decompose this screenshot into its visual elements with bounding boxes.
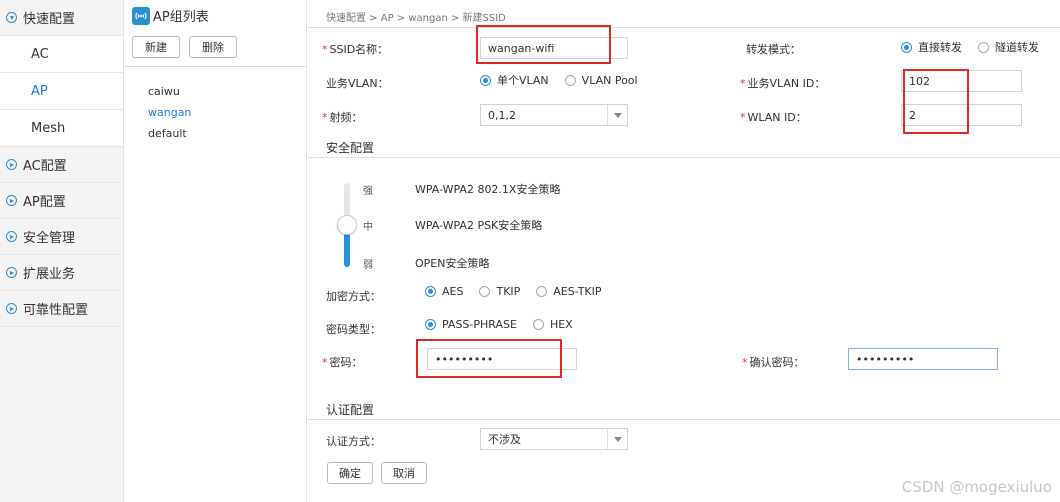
radio-off-icon [536, 286, 548, 297]
ap-group-panel: AP组列表 新建 删除 caiwu wangan default [124, 0, 307, 502]
nav-label: 安全管理 [23, 231, 76, 246]
radio-off-icon [564, 74, 576, 86]
ssid-label: SSID名称： [322, 41, 389, 57]
chevron-right-icon [6, 231, 17, 242]
encrypt-label: 加密方式： [326, 290, 381, 303]
auth-section-title: 认证配置 [326, 403, 375, 417]
vlan-id-label: 业务VLAN ID： [740, 75, 826, 91]
nav-label: AC配置 [23, 159, 67, 174]
level-strong: 强 [363, 186, 373, 197]
encrypt-tkip-radio[interactable]: TKIP [479, 285, 520, 298]
nav-ac-config[interactable]: AC配置 [0, 147, 123, 183]
forward-direct-radio[interactable]: 直接转发 [901, 39, 962, 55]
radio-off-icon [978, 41, 989, 53]
delete-group-button[interactable]: 删除 [189, 36, 237, 58]
nav-sub-ap[interactable]: AP [0, 73, 123, 110]
chevron-right-icon [6, 159, 17, 170]
nav-label: 扩展业务 [23, 267, 76, 282]
highlight-box [903, 69, 969, 134]
group-item-wangan[interactable]: wangan [148, 104, 191, 125]
vlan-radios: 单个VLAN VLAN Pool [480, 72, 654, 88]
policy-strong[interactable]: WPA-WPA2 802.1X安全策略 [415, 181, 560, 197]
radio-on-icon [425, 286, 436, 297]
auth-method-label: 认证方式： [326, 435, 381, 448]
select-value: 不涉及 [488, 433, 521, 446]
chevron-down-icon [607, 429, 627, 449]
group-item-default[interactable]: default [148, 125, 191, 146]
main-content: 快速配置 > AP > wangan > 新建SSID SSID名称： wang… [308, 0, 1060, 502]
keytype-hex-radio[interactable]: HEX [532, 318, 573, 331]
group-item-caiwu[interactable]: caiwu [148, 83, 191, 104]
slider-handle[interactable] [337, 215, 357, 235]
level-weak: 弱 [363, 260, 373, 271]
forward-mode-radios: 直接转发 隧道转发 [901, 39, 1055, 55]
policy-weak[interactable]: OPEN安全策略 [415, 255, 489, 271]
radio-freq-label: 射频： [322, 109, 363, 125]
encrypt-aes-tkip-radio[interactable]: AES-TKIP [536, 285, 602, 298]
confirm-password-input[interactable]: ••••••••• [848, 348, 998, 370]
highlight-box [416, 339, 562, 378]
keytype-passphrase-radio[interactable]: PASS-PHRASE [425, 318, 517, 331]
forward-tunnel-radio[interactable]: 隧道转发 [978, 39, 1039, 55]
nav-label: AP配置 [23, 195, 66, 210]
encrypt-radios: AES TKIP AES-TKIP [425, 285, 618, 298]
nav-sub-mesh[interactable]: Mesh [0, 110, 123, 147]
nav-security[interactable]: 安全管理 [0, 219, 123, 255]
nav-label: Mesh [31, 120, 66, 136]
chevron-right-icon [6, 267, 17, 278]
radio-freq-select[interactable]: 0,1,2 [480, 104, 628, 126]
chevron-down-icon [607, 105, 627, 125]
level-mid: 中 [363, 222, 373, 233]
radio-on-icon [425, 319, 436, 330]
keytype-label: 密码类型： [326, 323, 381, 336]
wifi-icon [132, 6, 150, 25]
encrypt-aes-radio[interactable]: AES [425, 285, 463, 298]
vlan-pool-radio[interactable]: VLAN Pool [564, 74, 638, 87]
highlight-box [476, 25, 611, 64]
forward-mode-label: 转发模式： [746, 43, 801, 56]
security-section-title: 安全配置 [326, 141, 375, 155]
radio-off-icon [532, 319, 544, 330]
chevron-right-icon [6, 195, 17, 206]
vlan-single-radio[interactable]: 单个VLAN [480, 72, 549, 88]
select-value: 0,1,2 [488, 108, 516, 122]
nav-sub-ac[interactable]: AC [0, 36, 123, 73]
watermark: CSDN @mogexiuluo [901, 478, 1052, 496]
policy-mid[interactable]: WPA-WPA2 PSK安全策略 [415, 217, 542, 233]
breadcrumb: 快速配置 > AP > wangan > 新建SSID [326, 13, 506, 24]
group-panel-title-text: AP组列表 [153, 10, 209, 25]
divider [308, 419, 1060, 420]
cancel-button[interactable]: 取消 [381, 462, 427, 484]
radio-on-icon [480, 74, 491, 86]
new-group-button[interactable]: 新建 [132, 36, 180, 58]
nav-reliability[interactable]: 可靠性配置 [0, 291, 123, 327]
password-label: 密码： [322, 354, 363, 370]
wlan-id-label: WLAN ID： [740, 109, 807, 125]
radio-off-icon [479, 286, 491, 297]
nav-label: 快速配置 [23, 12, 76, 27]
ok-button[interactable]: 确定 [327, 462, 373, 484]
divider [308, 27, 1060, 28]
nav-ap-config[interactable]: AP配置 [0, 183, 123, 219]
keytype-radios: PASS-PHRASE HEX [425, 318, 589, 331]
chevron-down-icon [6, 12, 17, 23]
group-panel-title: AP组列表 [132, 6, 209, 25]
sidebar: 快速配置 AC AP Mesh AC配置 AP配置 安全管理 扩展业务 可靠性配… [0, 0, 124, 502]
nav-label: AP [31, 83, 48, 99]
vlan-label: 业务VLAN： [326, 77, 389, 90]
divider [124, 66, 306, 67]
nav-label: 可靠性配置 [23, 303, 89, 318]
confirm-password-label: 确认密码： [742, 354, 805, 370]
radio-on-icon [901, 41, 912, 53]
nav-quick-config[interactable]: 快速配置 [0, 0, 123, 36]
nav-label: AC [31, 46, 49, 62]
divider [308, 157, 1060, 158]
auth-method-select[interactable]: 不涉及 [480, 428, 628, 450]
group-list: caiwu wangan default [148, 83, 191, 146]
nav-extension[interactable]: 扩展业务 [0, 255, 123, 291]
chevron-right-icon [6, 303, 17, 314]
